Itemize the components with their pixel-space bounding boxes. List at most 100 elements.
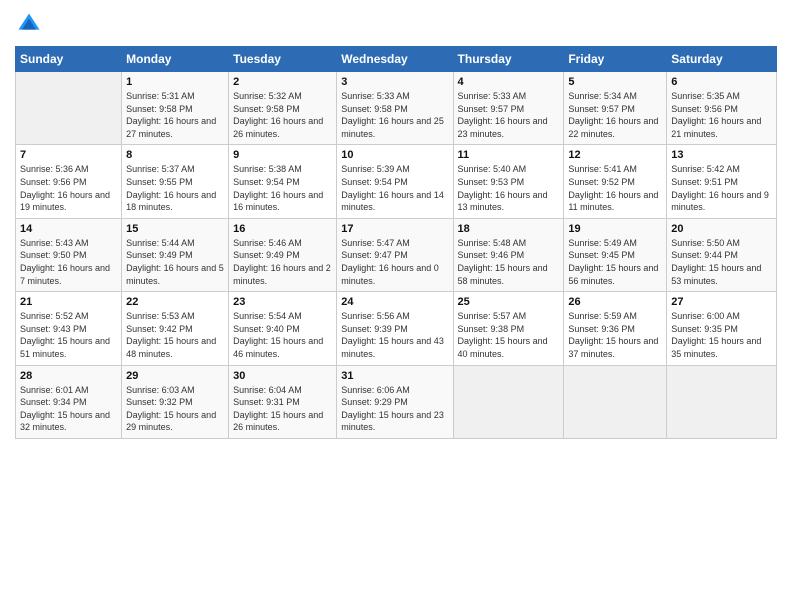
col-header-tuesday: Tuesday [229,47,337,72]
day-info: Sunrise: 5:48 AMSunset: 9:46 PMDaylight:… [458,237,560,287]
day-info: Sunrise: 5:46 AMSunset: 9:49 PMDaylight:… [233,237,332,287]
day-number: 2 [233,76,332,88]
day-number: 28 [20,370,117,382]
day-number: 17 [341,223,448,235]
day-info: Sunrise: 6:01 AMSunset: 9:34 PMDaylight:… [20,384,117,434]
day-info: Sunrise: 6:03 AMSunset: 9:32 PMDaylight:… [126,384,224,434]
day-info: Sunrise: 5:34 AMSunset: 9:57 PMDaylight:… [568,90,662,140]
calendar-cell: 28 Sunrise: 6:01 AMSunset: 9:34 PMDayligh… [16,365,122,438]
calendar-cell: 20Sunrise: 5:50 AMSunset: 9:44 PMDayligh… [667,218,777,291]
calendar-cell: 11 Sunrise: 5:40 AMSunset: 9:53 PMDayligh… [453,145,564,218]
calendar-cell: 31 Sunrise: 6:06 AMSunset: 9:29 PMDayligh… [337,365,453,438]
col-header-saturday: Saturday [667,47,777,72]
day-number: 30 [233,370,332,382]
calendar-cell: 3 Sunrise: 5:33 AMSunset: 9:58 PMDaylight… [337,72,453,145]
day-number: 20 [671,223,772,235]
day-info: Sunrise: 5:36 AMSunset: 9:56 PMDaylight:… [20,163,117,213]
day-info: Sunrise: 5:39 AMSunset: 9:54 PMDaylight:… [341,163,448,213]
calendar-cell: 7 Sunrise: 5:36 AMSunset: 9:56 PMDaylight… [16,145,122,218]
calendar-cell: 1Sunrise: 5:31 AMSunset: 9:58 PMDaylight… [122,72,229,145]
day-info: Sunrise: 5:37 AMSunset: 9:55 PMDaylight:… [126,163,224,213]
calendar-cell: 6 Sunrise: 5:35 AMSunset: 9:56 PMDaylight… [667,72,777,145]
calendar-cell [667,365,777,438]
calendar-cell: 18 Sunrise: 5:48 AMSunset: 9:46 PMDayligh… [453,218,564,291]
day-info: Sunrise: 6:06 AMSunset: 9:29 PMDaylight:… [341,384,448,434]
day-number: 3 [341,76,448,88]
calendar-cell: 26 Sunrise: 5:59 AMSunset: 9:36 PMDayligh… [564,292,667,365]
day-number: 31 [341,370,448,382]
calendar-cell: 12 Sunrise: 5:41 AMSunset: 9:52 PMDayligh… [564,145,667,218]
col-header-friday: Friday [564,47,667,72]
day-number: 25 [458,296,560,308]
day-info: Sunrise: 5:35 AMSunset: 9:56 PMDaylight:… [671,90,772,140]
day-info: Sunrise: 5:59 AMSunset: 9:36 PMDaylight:… [568,310,662,360]
day-info: Sunrise: 6:04 AMSunset: 9:31 PMDaylight:… [233,384,332,434]
calendar-cell: 10 Sunrise: 5:39 AMSunset: 9:54 PMDayligh… [337,145,453,218]
day-info: Sunrise: 5:56 AMSunset: 9:39 PMDaylight:… [341,310,448,360]
calendar-week-2: 7 Sunrise: 5:36 AMSunset: 9:56 PMDaylight… [16,145,777,218]
day-number: 14 [20,223,117,235]
calendar-cell [453,365,564,438]
day-number: 11 [458,149,560,161]
day-number: 22 [126,296,224,308]
day-number: 7 [20,149,117,161]
day-number: 13 [671,149,772,161]
calendar-cell: 4 Sunrise: 5:33 AMSunset: 9:57 PMDaylight… [453,72,564,145]
col-header-sunday: Sunday [16,47,122,72]
calendar-week-4: 21 Sunrise: 5:52 AMSunset: 9:43 PMDayligh… [16,292,777,365]
calendar-cell: 29 Sunrise: 6:03 AMSunset: 9:32 PMDayligh… [122,365,229,438]
calendar-cell [564,365,667,438]
day-number: 12 [568,149,662,161]
calendar-cell: 14Sunrise: 5:43 AMSunset: 9:50 PMDayligh… [16,218,122,291]
day-info: Sunrise: 5:47 AMSunset: 9:47 PMDaylight:… [341,237,448,287]
page-header [15,10,777,38]
day-info: Sunrise: 5:53 AMSunset: 9:42 PMDaylight:… [126,310,224,360]
calendar-cell: 9Sunrise: 5:38 AMSunset: 9:54 PMDaylight… [229,145,337,218]
calendar-cell: 13 Sunrise: 5:42 AMSunset: 9:51 PMDayligh… [667,145,777,218]
day-number: 6 [671,76,772,88]
day-number: 27 [671,296,772,308]
day-number: 16 [233,223,332,235]
day-number: 19 [568,223,662,235]
calendar-cell: 19 Sunrise: 5:49 AMSunset: 9:45 PMDayligh… [564,218,667,291]
logo-icon [15,10,43,38]
calendar-cell: 8Sunrise: 5:37 AMSunset: 9:55 PMDaylight… [122,145,229,218]
calendar-cell: 23Sunrise: 5:54 AMSunset: 9:40 PMDayligh… [229,292,337,365]
day-number: 5 [568,76,662,88]
day-info: Sunrise: 5:33 AMSunset: 9:57 PMDaylight:… [458,90,560,140]
calendar-week-1: 1Sunrise: 5:31 AMSunset: 9:58 PMDaylight… [16,72,777,145]
calendar-cell: 5 Sunrise: 5:34 AMSunset: 9:57 PMDaylight… [564,72,667,145]
day-number: 18 [458,223,560,235]
day-info: Sunrise: 5:52 AMSunset: 9:43 PMDaylight:… [20,310,117,360]
day-number: 24 [341,296,448,308]
day-number: 29 [126,370,224,382]
day-number: 10 [341,149,448,161]
day-info: Sunrise: 5:41 AMSunset: 9:52 PMDaylight:… [568,163,662,213]
col-header-monday: Monday [122,47,229,72]
day-number: 26 [568,296,662,308]
col-header-thursday: Thursday [453,47,564,72]
day-info: Sunrise: 5:57 AMSunset: 9:38 PMDaylight:… [458,310,560,360]
day-info: Sunrise: 5:42 AMSunset: 9:51 PMDaylight:… [671,163,772,213]
day-info: Sunrise: 5:44 AMSunset: 9:49 PMDaylight:… [126,237,224,287]
day-info: Sunrise: 5:33 AMSunset: 9:58 PMDaylight:… [341,90,448,140]
calendar-cell: 15 Sunrise: 5:44 AMSunset: 9:49 PMDayligh… [122,218,229,291]
calendar-cell: 2Sunrise: 5:32 AMSunset: 9:58 PMDaylight… [229,72,337,145]
calendar-cell: 24 Sunrise: 5:56 AMSunset: 9:39 PMDayligh… [337,292,453,365]
day-number: 4 [458,76,560,88]
calendar-header-row: SundayMondayTuesdayWednesdayThursdayFrid… [16,47,777,72]
calendar-table: SundayMondayTuesdayWednesdayThursdayFrid… [15,46,777,439]
day-number: 21 [20,296,117,308]
logo [15,10,47,38]
calendar-week-3: 14Sunrise: 5:43 AMSunset: 9:50 PMDayligh… [16,218,777,291]
calendar-cell: 17 Sunrise: 5:47 AMSunset: 9:47 PMDayligh… [337,218,453,291]
day-info: Sunrise: 5:49 AMSunset: 9:45 PMDaylight:… [568,237,662,287]
calendar-cell: 16 Sunrise: 5:46 AMSunset: 9:49 PMDayligh… [229,218,337,291]
calendar-cell [16,72,122,145]
calendar-week-5: 28 Sunrise: 6:01 AMSunset: 9:34 PMDayligh… [16,365,777,438]
day-number: 15 [126,223,224,235]
day-number: 23 [233,296,332,308]
day-info: Sunrise: 5:31 AMSunset: 9:58 PMDaylight:… [126,90,224,140]
day-info: Sunrise: 5:40 AMSunset: 9:53 PMDaylight:… [458,163,560,213]
calendar-cell: 22 Sunrise: 5:53 AMSunset: 9:42 PMDayligh… [122,292,229,365]
